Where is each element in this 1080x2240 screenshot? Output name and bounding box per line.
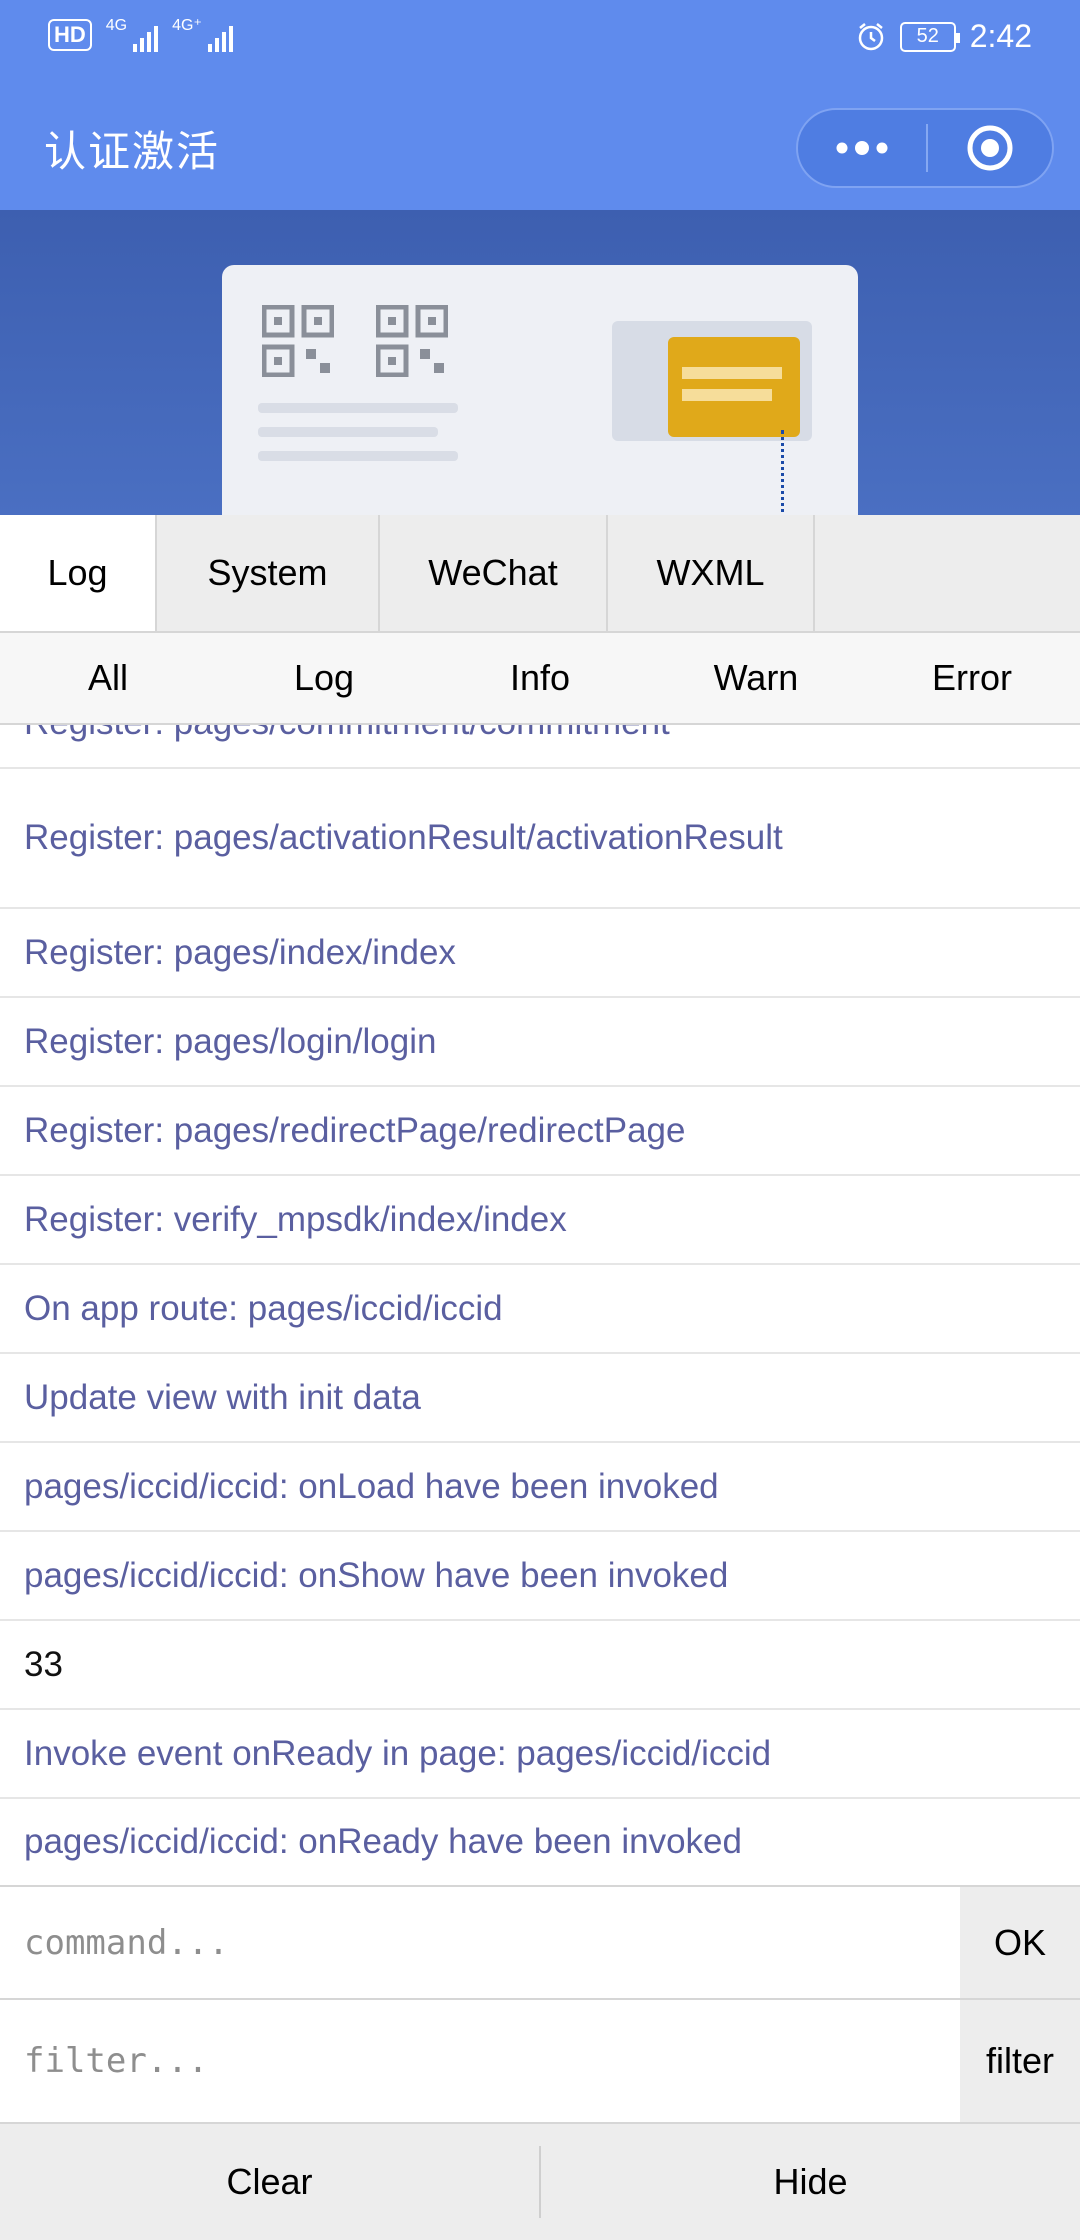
clear-button[interactable]: Clear	[0, 2124, 539, 2240]
status-right: 52 2:42	[856, 18, 1032, 55]
sim-card-illustration	[222, 265, 858, 515]
sim-slot	[612, 321, 812, 441]
log-entry: pages/iccid/iccid: onLoad have been invo…	[0, 1443, 1080, 1532]
log-entry: Invoke event onReady in page: pages/icci…	[0, 1710, 1080, 1799]
signal-icon-2: 4G⁺	[172, 18, 233, 52]
hide-button[interactable]: Hide	[541, 2124, 1080, 2240]
qr-code-icon-2	[376, 305, 448, 377]
tab-wechat[interactable]: WeChat	[380, 515, 608, 631]
top-bar: HD 4G 4G⁺ 52 2:42 认证激活	[0, 0, 1080, 210]
console-tabs: Log System WeChat WXML	[0, 515, 1080, 633]
more-button[interactable]	[798, 110, 926, 186]
level-all[interactable]: All	[0, 633, 216, 723]
log-entry: Register: pages/index/index	[0, 909, 1080, 998]
status-bar: HD 4G 4G⁺ 52 2:42	[0, 0, 1080, 80]
status-left: HD 4G 4G⁺	[48, 18, 233, 52]
console-footer: Clear Hide	[0, 2122, 1080, 2240]
log-entry: 33	[0, 1621, 1080, 1710]
log-entry: Register: pages/redirectPage/redirectPag…	[0, 1087, 1080, 1176]
pointer-line	[781, 430, 786, 515]
log-entry: Register: verify_mpsdk/index/index	[0, 1176, 1080, 1265]
log-entry: Register: pages/activationResult/activat…	[0, 769, 1080, 909]
clock: 2:42	[969, 18, 1032, 54]
tab-log[interactable]: Log	[0, 515, 157, 631]
record-circle-icon	[967, 125, 1013, 171]
alarm-icon	[858, 22, 883, 50]
level-error[interactable]: Error	[864, 633, 1080, 723]
close-miniprogram-button[interactable]	[928, 110, 1052, 186]
card-text-line	[258, 403, 458, 413]
level-log[interactable]: Log	[216, 633, 432, 723]
card-text-line	[258, 451, 458, 461]
log-entry: Register: pages/login/login	[0, 998, 1080, 1087]
log-level-filters: All Log Info Warn Error	[0, 633, 1080, 725]
battery-level: 52	[916, 25, 939, 47]
level-warn[interactable]: Warn	[648, 633, 864, 723]
card-text-line	[258, 427, 438, 437]
sim-chip-icon	[668, 337, 800, 437]
tab-system[interactable]: System	[157, 515, 380, 631]
log-entry: On app route: pages/iccid/iccid	[0, 1265, 1080, 1354]
level-info[interactable]: Info	[432, 633, 648, 723]
filter-row: filter	[0, 1998, 1080, 2122]
hd-badge: HD	[48, 19, 92, 51]
log-list[interactable]: Register: pages/commitment/commitment Re…	[0, 725, 1080, 1885]
log-entry: Register: pages/commitment/commitment	[0, 725, 1080, 769]
menu-capsule	[796, 108, 1054, 188]
command-input[interactable]	[0, 1887, 960, 1998]
battery-icon: 52	[899, 21, 960, 52]
network-type-label: 4G	[105, 17, 128, 34]
page-title: 认证激活	[44, 128, 221, 175]
log-entry: Update view with init data	[0, 1354, 1080, 1443]
ok-button[interactable]: OK	[960, 1887, 1080, 1998]
network-type-label-2: 4G⁺	[172, 17, 202, 34]
tab-wxml[interactable]: WXML	[608, 515, 815, 631]
qr-code-icon	[262, 305, 334, 377]
log-entry: pages/iccid/iccid: onShow have been invo…	[0, 1532, 1080, 1621]
signal-icon: 4G	[105, 17, 159, 52]
command-row: OK	[0, 1885, 1080, 1998]
filter-input[interactable]	[0, 2000, 960, 2122]
filter-button[interactable]: filter	[960, 2000, 1080, 2122]
more-dots-icon	[836, 141, 888, 155]
banner-illustration	[0, 210, 1080, 515]
log-entry: pages/iccid/iccid: onReady have been inv…	[24, 1822, 742, 1861]
